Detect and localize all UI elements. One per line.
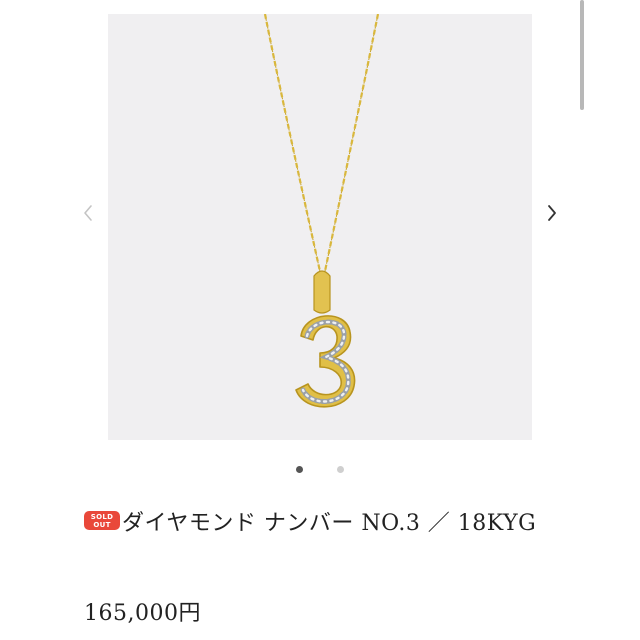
- chain-left: [263, 14, 323, 277]
- product-title: SOLD OUT ダイヤモンド ナンバー NO.3 ／ 18KYG: [84, 506, 554, 542]
- pendant-number-3: [295, 315, 356, 408]
- pendant-bail: [313, 270, 331, 314]
- chevron-right-icon: [548, 205, 556, 221]
- product-page: SOLD OUT ダイヤモンド ナンバー NO.3 ／ 18KYG 165,000円: [0, 0, 640, 640]
- product-image[interactable]: [108, 14, 532, 440]
- gallery-pagination: [0, 466, 640, 473]
- product-price: 165,000円: [84, 601, 201, 626]
- chevron-left-icon: [84, 205, 92, 221]
- gallery-prev-button[interactable]: [76, 198, 100, 228]
- sold-out-badge: SOLD OUT: [84, 511, 120, 530]
- necklace-illustration: [263, 14, 380, 408]
- pagination-dot-2[interactable]: [337, 466, 344, 473]
- scrollbar[interactable]: [580, 0, 584, 110]
- pagination-dot-1[interactable]: [296, 466, 303, 473]
- gallery-next-button[interactable]: [540, 198, 564, 228]
- product-name: ダイヤモンド ナンバー NO.3 ／ 18KYG: [122, 511, 537, 536]
